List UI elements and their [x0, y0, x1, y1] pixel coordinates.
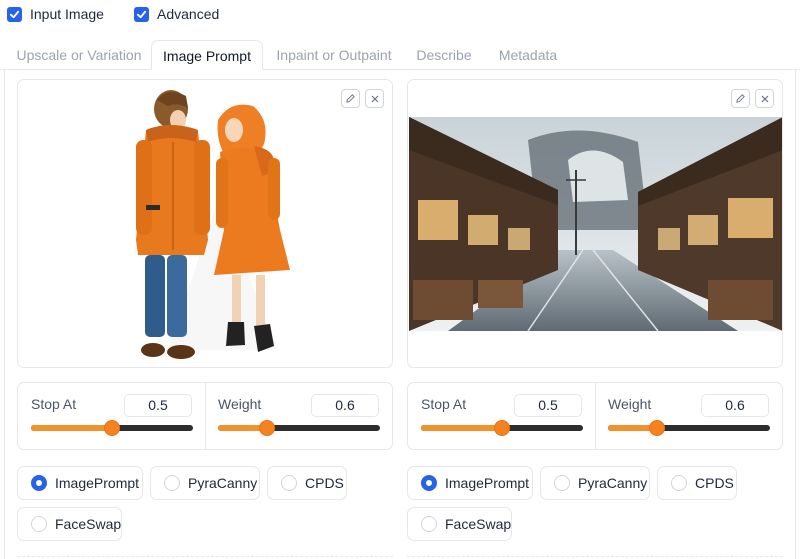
slot-2-radio-pyracanny[interactable]: PyraCanny	[540, 466, 650, 500]
slot-2-stop-at: Stop At 0.5	[408, 383, 595, 449]
slot-2-radio-imageprompt[interactable]: ImagePrompt	[407, 466, 533, 500]
radio-button	[31, 516, 47, 532]
slot-1-weight: Weight 0.6	[205, 383, 392, 449]
slot-2-radio-cpds[interactable]: CPDS	[657, 466, 737, 500]
advanced-checkbox[interactable]: Advanced	[134, 6, 219, 22]
radio-label: CPDS	[695, 475, 734, 491]
checkmark-icon	[7, 6, 22, 22]
checkmark-icon	[134, 6, 149, 22]
radio-button	[421, 475, 437, 491]
stop-at-number-input[interactable]: 0.5	[124, 394, 192, 417]
weight-number-input[interactable]: 0.6	[311, 394, 379, 417]
slot-1-radio-imageprompt[interactable]: ImagePrompt	[17, 466, 143, 500]
options-bar: Input Image Advanced	[0, 0, 800, 32]
radio-button	[554, 475, 570, 491]
slot-2-sliders: Stop At 0.5 Weight 0.6	[407, 382, 783, 450]
slot-2-weight: Weight 0.6	[595, 383, 782, 449]
radio-label: PyraCanny	[578, 475, 648, 491]
stop-at-slider[interactable]	[31, 420, 193, 436]
edit-icon[interactable]	[731, 89, 750, 108]
radio-label: CPDS	[305, 475, 344, 491]
weight-number-input[interactable]: 0.6	[701, 394, 769, 417]
radio-label: ImagePrompt	[445, 475, 530, 491]
slot-2-radio-faceswap[interactable]: FaceSwap	[407, 507, 512, 541]
tab-metadata[interactable]: Metadata	[490, 40, 566, 70]
weight-slider-thumb[interactable]	[648, 420, 665, 436]
radio-label: ImagePrompt	[55, 475, 140, 491]
stop-at-slider-fill	[31, 425, 112, 431]
weight-label: Weight	[608, 396, 652, 412]
image-prompt-slot-2[interactable]	[407, 79, 783, 368]
japanese-street-image	[409, 117, 782, 332]
stop-at-number-input[interactable]: 0.5	[514, 394, 582, 417]
tab-inpaint-or-outpaint[interactable]: Inpaint or Outpaint	[268, 40, 400, 70]
stop-at-slider[interactable]	[421, 420, 583, 436]
image-prompt-slot-1[interactable]	[17, 79, 393, 368]
slot-1-sliders: Stop At 0.5 Weight 0.6	[17, 382, 393, 450]
weight-label: Weight	[218, 396, 262, 412]
radio-label: PyraCanny	[188, 475, 258, 491]
edit-icon[interactable]	[341, 89, 360, 108]
slot-1-stop-at: Stop At 0.5	[18, 383, 205, 449]
stop-at-slider-thumb[interactable]	[104, 420, 120, 436]
advanced-label: Advanced	[157, 6, 220, 22]
radio-button	[31, 475, 47, 491]
stop-at-label: Stop At	[31, 396, 77, 412]
radio-label: FaceSwap	[445, 516, 512, 532]
stop-at-slider-fill	[421, 425, 502, 431]
tab-bar: Upscale or Variation Image Prompt Inpain…	[0, 40, 800, 70]
close-icon[interactable]	[755, 89, 774, 108]
radio-button	[164, 475, 180, 491]
stop-at-slider-thumb[interactable]	[494, 420, 510, 436]
slot-1-radio-faceswap[interactable]: FaceSwap	[17, 507, 122, 541]
weight-slider[interactable]	[608, 420, 770, 436]
tab-describe[interactable]: Describe	[408, 40, 480, 70]
stop-at-label: Stop At	[421, 396, 467, 412]
radio-label: FaceSwap	[55, 516, 122, 532]
slot-1-radio-cpds[interactable]: CPDS	[267, 466, 347, 500]
radio-button	[671, 475, 687, 491]
anime-couple-image	[136, 90, 290, 359]
slot-1-radio-pyracanny[interactable]: PyraCanny	[150, 466, 260, 500]
radio-button	[281, 475, 297, 491]
weight-slider-thumb[interactable]	[258, 420, 275, 436]
radio-button	[421, 516, 437, 532]
tab-image-prompt[interactable]: Image Prompt	[151, 40, 263, 70]
weight-slider[interactable]	[218, 420, 380, 436]
input-image-checkbox[interactable]: Input Image	[7, 6, 104, 22]
close-icon[interactable]	[365, 89, 384, 108]
input-image-label: Input Image	[30, 6, 104, 22]
tab-upscale-or-variation[interactable]: Upscale or Variation	[12, 40, 146, 70]
